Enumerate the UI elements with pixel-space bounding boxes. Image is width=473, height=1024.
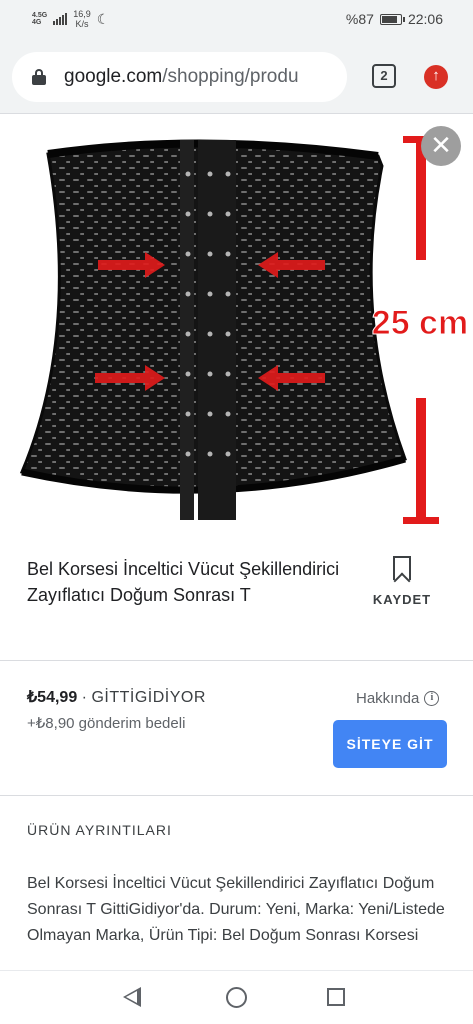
save-button[interactable]: KAYDET bbox=[367, 556, 437, 607]
bookmark-icon[interactable] bbox=[393, 556, 411, 580]
url-text[interactable]: google.com/shopping/produ bbox=[64, 66, 334, 88]
battery-icon bbox=[379, 13, 405, 25]
details-text: Bel Korsesi İnceltici Vücut Şekillendiri… bbox=[27, 875, 445, 944]
status-left: 4.5G 4G 16,9 K/s ☾ bbox=[32, 9, 109, 29]
browser-toolbar: google.com/shopping/produ 2 ↑ bbox=[0, 40, 473, 114]
speed-unit: K/s bbox=[75, 19, 89, 29]
speed-value: 16,9 bbox=[73, 9, 91, 19]
offer-price-line: ₺54,99 · GİTTİGİDİYOR bbox=[27, 687, 206, 707]
system-nav-bar bbox=[0, 970, 473, 1024]
hook-panel-right bbox=[198, 140, 236, 520]
divider bbox=[0, 660, 473, 661]
tab-switcher-button[interactable]: 2 bbox=[372, 64, 396, 88]
separator: · bbox=[81, 689, 87, 706]
network-speed: 16,9 K/s bbox=[73, 9, 91, 29]
status-bar: 4.5G 4G 16,9 K/s ☾ %87 22:06 bbox=[0, 0, 473, 40]
hook-panel-left bbox=[180, 140, 194, 520]
seller-name: GİTTİGİDİYOR bbox=[91, 689, 206, 706]
product-title: Bel Korsesi İnceltici Vücut Şekillendiri… bbox=[27, 559, 340, 605]
url-path: /shopping/produ bbox=[162, 66, 299, 87]
url-host: google.com bbox=[64, 66, 163, 87]
product-image[interactable]: 25 cm ✕ bbox=[0, 114, 473, 540]
network-sub-label: 4G bbox=[32, 19, 42, 26]
home-icon[interactable] bbox=[226, 987, 247, 1008]
info-icon[interactable]: i bbox=[424, 691, 440, 706]
measure-label: 25 cm bbox=[372, 304, 468, 342]
signal-icon bbox=[53, 13, 68, 25]
back-icon[interactable] bbox=[123, 987, 141, 1007]
divider bbox=[0, 795, 473, 796]
save-label: KAYDET bbox=[372, 592, 432, 607]
address-bar[interactable]: google.com/shopping/produ bbox=[12, 52, 347, 102]
corset-illustration: 25 cm bbox=[19, 136, 469, 524]
visit-site-button[interactable]: SİTEYE GİT bbox=[333, 720, 447, 768]
chrome-update-icon[interactable]: ↑ bbox=[424, 65, 448, 89]
about-link[interactable]: Hakkında i bbox=[356, 690, 440, 707]
shipping-cost: +₺8,90 gönderim bedeli bbox=[27, 715, 186, 732]
details-heading: ÜRÜN AYRINTILARI bbox=[27, 822, 172, 838]
network-type-label: 4.5G bbox=[32, 12, 48, 19]
clock: 22:06 bbox=[407, 11, 443, 27]
price: ₺54,99 bbox=[27, 689, 78, 706]
lock-icon[interactable] bbox=[32, 69, 46, 85]
do-not-disturb-icon: ☾ bbox=[96, 10, 110, 27]
about-label: Hakkında bbox=[356, 690, 420, 707]
close-image-button[interactable]: ✕ bbox=[421, 126, 461, 166]
battery-fill bbox=[381, 15, 397, 23]
network-type: 4.5G 4G bbox=[32, 12, 47, 26]
recent-apps-icon[interactable] bbox=[327, 988, 345, 1006]
battery-percent: %87 bbox=[345, 11, 374, 27]
status-right: %87 22:06 bbox=[346, 11, 443, 27]
